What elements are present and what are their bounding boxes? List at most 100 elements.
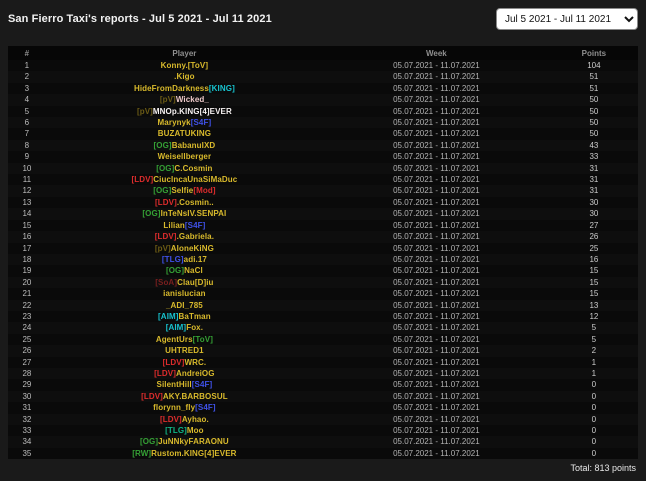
rank-cell: 12 [22, 186, 32, 196]
table-row: 17 [pV]AloneKiNG 05.07.2021 - 11.07.2021 25 [8, 243, 638, 254]
header-player: Player [45, 46, 323, 60]
table-row: 6 Marynyk[S4F] 05.07.2021 - 11.07.2021 50 [8, 117, 638, 129]
player-name-part: Ayhao. [181, 414, 209, 424]
player-name-part: Selfie [171, 186, 194, 196]
points-cell: 12 [589, 311, 599, 321]
player-name-part: [LDV] [154, 368, 176, 378]
week-cell: 05.07.2021 - 11.07.2021 [393, 266, 480, 276]
rank-cell: 23 [22, 311, 32, 321]
rank-cell: 30 [22, 391, 32, 401]
player-name-part: [LDV] [159, 414, 182, 424]
player-name-cell: [OG]JuNNkyFARAONU [46, 436, 323, 447]
points-cell: 13 [589, 300, 599, 310]
table-row: 31 florynn_fly[S4F] 05.07.2021 - 11.07.202… [8, 402, 638, 413]
player-name-cell: [LDV]CiucIncaUnaSiMaDuc [46, 174, 323, 185]
table-row: 18 [TLG]adi.17 05.07.2021 - 11.07.2021 16 [8, 253, 638, 266]
player-name-cell: [TLG]adi.17 [46, 254, 323, 265]
player-name-cell: _ADI_785 [46, 300, 323, 311]
header-points: Points [549, 46, 638, 60]
player-name-cell: [pV]Wicked_ [46, 94, 323, 105]
week-cell: 05.07.2021 - 11.07.2021 [393, 163, 480, 173]
player-name-part: NaCl [184, 266, 203, 276]
player-name-part: Lilian [163, 220, 185, 230]
rank-cell: 28 [22, 368, 32, 378]
player-name-part: Fox. [186, 323, 204, 333]
leaderboard-body: 1 Konny.[ToV] 05.07.2021 - 11.07.2021 104 2.… [8, 60, 638, 459]
points-cell: 0 [591, 380, 597, 390]
table-row: 34 [OG]JuNNkyFARAONU 05.07.2021 - 11.07.20… [8, 436, 638, 448]
week-cell: 05.07.2021 - 11.07.2021 [393, 72, 480, 82]
table-row: 22 _ADI_785 05.07.2021 - 11.07.2021 13 [8, 299, 638, 311]
player-name-cell: ianislucian [46, 288, 323, 299]
table-row: 15 Lilian[S4F] 05.07.2021 - 11.07.2021 27 [8, 220, 638, 231]
table-header-row: # Player Week Points [8, 46, 638, 60]
player-name-part: BUZATUKING [157, 129, 212, 139]
table-row: 14 [OG]InTeNsIV.SENPAI 05.07.2021 - 11.07.… [8, 208, 638, 220]
player-name-part: Konny.[ToV] [160, 61, 209, 70]
rank-cell: 6 [24, 118, 30, 128]
player-name-cell: Weisellberger [46, 151, 323, 162]
points-cell: 43 [589, 140, 599, 150]
rank-cell: 15 [22, 220, 32, 230]
player-name-cell: Konny.[ToV] [46, 60, 323, 71]
rank-cell: 7 [24, 129, 30, 139]
table-row: 8 [OG]BabanuIXD 05.07.2021 - 11.07.2021 43 [8, 139, 638, 152]
player-name-cell: Lilian[S4F] [46, 220, 323, 231]
rank-cell: 20 [22, 277, 32, 287]
table-row: 12 [OG]Selfie[Mod] 05.07.2021 - 11.07.2021… [8, 185, 638, 197]
table-row: 11 [LDV]CiucIncaUnaSiMaDuc 05.07.2021 - 11… [8, 174, 638, 185]
points-cell: 27 [589, 220, 599, 230]
player-name-cell: [OG]InTeNsIV.SENPAI [46, 208, 323, 219]
player-name-part: [S4F] [191, 380, 213, 390]
player-name-part: [LDV] [141, 391, 163, 401]
week-cell: 05.07.2021 - 11.07.2021 [393, 380, 480, 390]
report-page: San Fierro Taxi's reports - Jul 5 2021 -… [0, 0, 646, 481]
player-name-part: Marynyk [157, 118, 191, 128]
week-cell: 05.07.2021 - 11.07.2021 [393, 209, 480, 219]
rank-cell: 9 [24, 152, 30, 162]
player-name-cell: AgentUrs[ToV] [46, 334, 323, 345]
week-cell: 05.07.2021 - 11.07.2021 [393, 197, 480, 207]
week-cell: 05.07.2021 - 11.07.2021 [393, 140, 480, 150]
date-range-select[interactable]: Jul 5 2021 - Jul 11 2021 [496, 8, 638, 30]
points-cell: 50 [589, 95, 599, 105]
points-cell: 0 [591, 426, 597, 435]
player-name-cell: [OG]C.Cosmin [46, 163, 323, 174]
player-name-part: [S4F] [195, 403, 216, 413]
rank-cell: 24 [22, 323, 32, 333]
week-cell: 05.07.2021 - 11.07.2021 [393, 437, 480, 447]
rank-cell: 10 [22, 163, 32, 173]
week-cell: 05.07.2021 - 11.07.2021 [393, 106, 480, 116]
player-name-cell: [TLG]Moo [46, 425, 323, 436]
player-name-part: [LDV] [154, 232, 177, 242]
points-cell: 33 [589, 152, 599, 162]
player-name-cell: [pV]MNOp.KING[4]EVER [46, 106, 323, 117]
player-name-part: [KING] [208, 83, 235, 93]
player-name-part: C.Cosmin [174, 163, 213, 173]
player-name-part: [pV] [159, 95, 176, 105]
rank-cell: 13 [22, 197, 32, 207]
player-name-part: [LDV] [162, 357, 185, 367]
table-row: 23 [AIM]BaTman 05.07.2021 - 11.07.2021 12 [8, 311, 638, 322]
table-row: 16 [LDV].Gabriela. 05.07.2021 - 11.07.2021… [8, 231, 638, 243]
week-cell: 05.07.2021 - 11.07.2021 [393, 254, 480, 264]
table-row: 21 ianislucian 05.07.2021 - 11.07.2021 15 [8, 288, 638, 299]
player-name-part: Moo [186, 426, 204, 435]
rank-cell: 31 [22, 403, 32, 413]
points-cell: 25 [589, 243, 599, 253]
points-cell: 15 [589, 289, 599, 299]
player-name-part: [OG] [153, 186, 172, 196]
rank-cell: 18 [22, 254, 32, 264]
player-name-part: florynn_fly [153, 403, 196, 413]
player-name-part: [TLG] [165, 426, 187, 435]
rank-cell: 3 [24, 83, 30, 93]
table-row: 7 BUZATUKING 05.07.2021 - 11.07.2021 50 [8, 128, 638, 139]
player-name-part: CiucIncaUnaSiMaDuc [153, 175, 238, 185]
player-name-part: [SoA] [155, 277, 178, 287]
points-cell: 0 [591, 414, 597, 424]
week-cell: 05.07.2021 - 11.07.2021 [393, 426, 480, 435]
table-row: 1 Konny.[ToV] 05.07.2021 - 11.07.2021 104 [8, 60, 638, 71]
player-name-part: [pV] [154, 243, 171, 253]
player-name-cell: [LDV]AndreiOG [46, 368, 323, 379]
week-cell: 05.07.2021 - 11.07.2021 [393, 175, 480, 185]
